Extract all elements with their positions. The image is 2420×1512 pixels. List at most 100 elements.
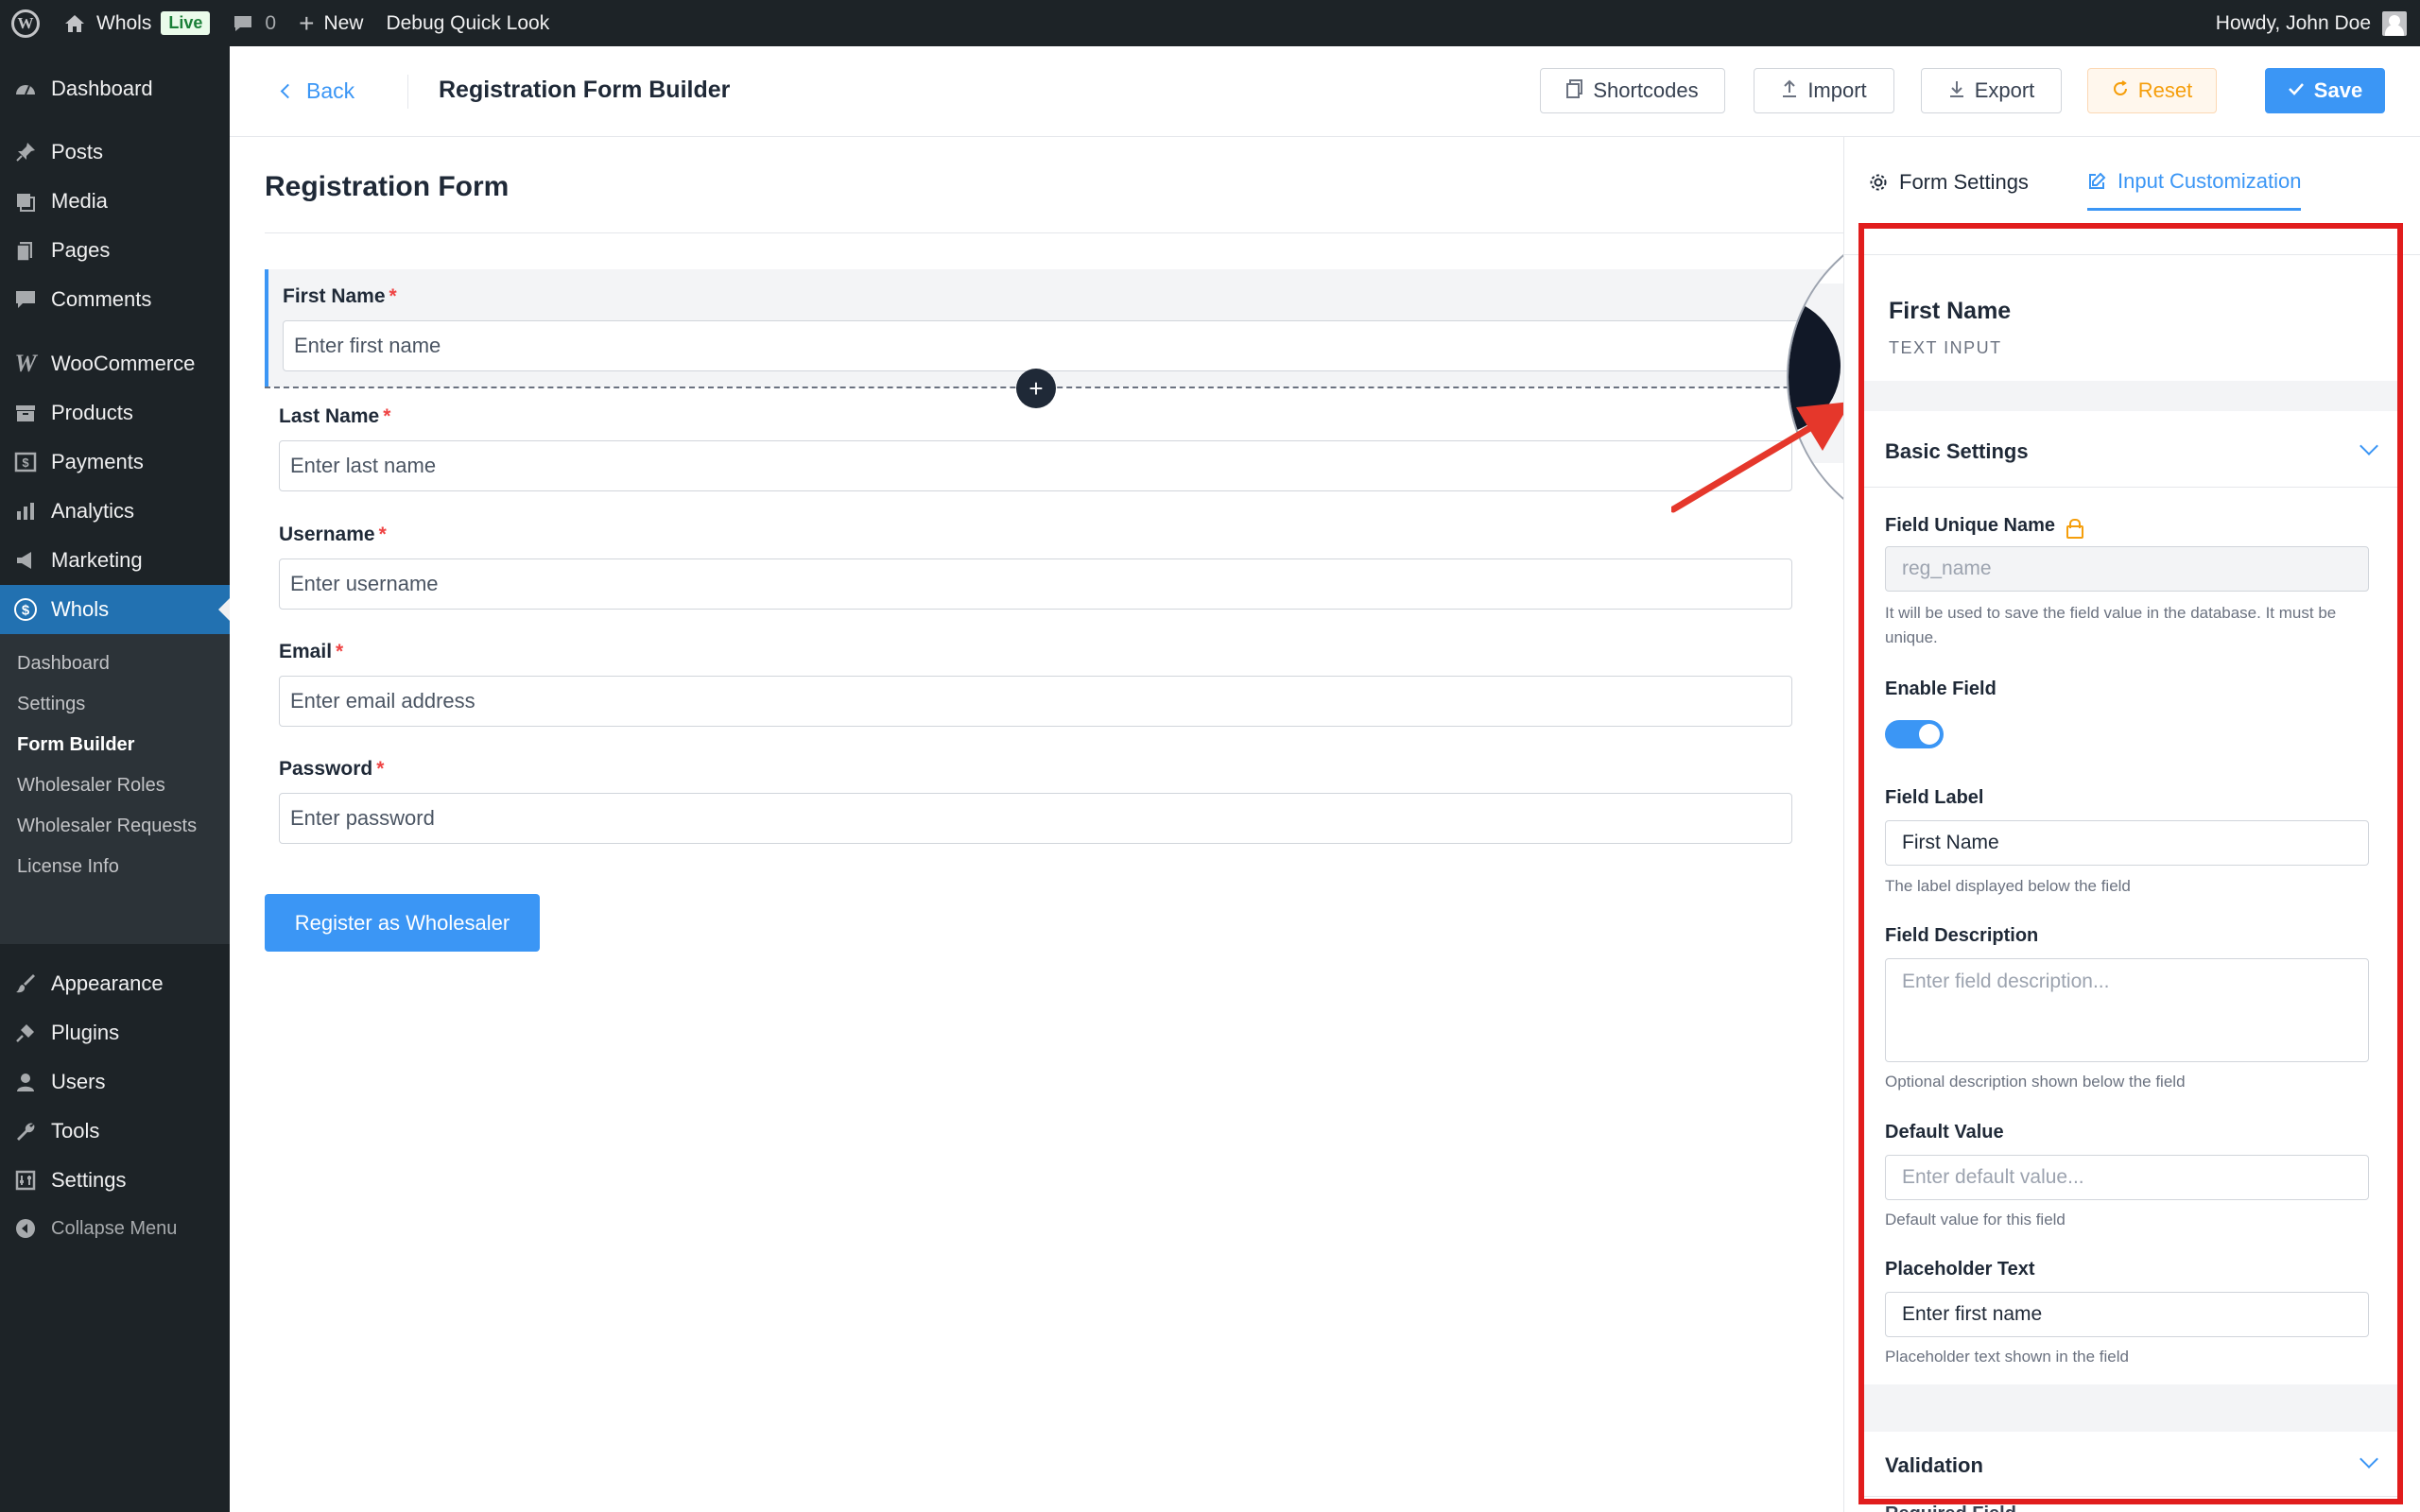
field-label-email: Email * bbox=[279, 641, 344, 662]
section-divider bbox=[1861, 1496, 2402, 1497]
menu-item-woocommerce[interactable]: W WooCommerce bbox=[0, 339, 230, 388]
enable-field-label: Enable Field bbox=[1885, 679, 1996, 699]
plugin-icon bbox=[13, 1021, 38, 1045]
menu-item-payments[interactable]: $ Payments bbox=[0, 438, 230, 487]
site-name-link[interactable]: Whols Live bbox=[53, 0, 221, 46]
submenu-item-form-builder[interactable]: Form Builder bbox=[17, 734, 134, 756]
menu-label: Products bbox=[51, 401, 133, 424]
menu-label: Tools bbox=[51, 1119, 100, 1143]
admin-bar: W Whols Live 0 + New Debug Quick Look Ho… bbox=[0, 0, 2420, 46]
marketing-icon bbox=[13, 548, 38, 573]
dollar-icon: $ bbox=[13, 597, 38, 622]
password-input[interactable]: Enter password bbox=[279, 793, 1792, 844]
placeholder-text-input[interactable]: Enter first name bbox=[1885, 1292, 2369, 1337]
shortcodes-icon bbox=[1566, 78, 1583, 103]
debug-quick-look-link[interactable]: Debug Quick Look bbox=[374, 0, 561, 46]
tab-input-customization[interactable]: Input Customization bbox=[2087, 154, 2302, 211]
menu-label: Comments bbox=[51, 287, 152, 311]
new-content-link[interactable]: + New bbox=[287, 0, 374, 46]
field-label-first-name: First Name * bbox=[283, 285, 397, 307]
menu-item-users[interactable]: Users bbox=[0, 1057, 230, 1107]
collapse-menu-button[interactable]: Collapse Menu bbox=[0, 1204, 230, 1253]
comment-icon bbox=[13, 287, 38, 312]
field-description-help: Optional description shown below the fie… bbox=[1885, 1073, 2186, 1091]
menu-label: Posts bbox=[51, 140, 104, 163]
collapse-icon bbox=[13, 1216, 38, 1241]
chevron-down-icon[interactable] bbox=[2360, 1450, 2378, 1469]
site-name: Whols bbox=[96, 11, 152, 34]
check-icon bbox=[2288, 81, 2305, 101]
basic-settings-title[interactable]: Basic Settings bbox=[1885, 439, 2029, 464]
username-input[interactable]: Enter username bbox=[279, 558, 1792, 610]
back-button[interactable]: Back bbox=[280, 78, 355, 104]
refresh-icon bbox=[2112, 79, 2129, 102]
menu-item-appearance[interactable]: Appearance bbox=[0, 959, 230, 1008]
menu-item-analytics[interactable]: Analytics bbox=[0, 487, 230, 536]
payments-icon: $ bbox=[13, 450, 38, 474]
shortcodes-button[interactable]: Shortcodes bbox=[1540, 68, 1725, 113]
section-divider bbox=[1861, 487, 2402, 488]
pin-icon bbox=[13, 140, 38, 164]
menu-item-dashboard[interactable]: Dashboard bbox=[0, 64, 230, 113]
import-label: Import bbox=[1807, 78, 1867, 102]
menu-label: WooCommerce bbox=[51, 352, 196, 375]
register-button[interactable]: Register as Wholesaler bbox=[265, 894, 540, 952]
field-label-password: Password * bbox=[279, 758, 385, 780]
email-input[interactable]: Enter email address bbox=[279, 676, 1792, 727]
menu-label: Payments bbox=[51, 450, 144, 473]
default-value-label: Default Value bbox=[1885, 1122, 2004, 1143]
back-label: Back bbox=[306, 78, 355, 103]
chevron-left-icon bbox=[280, 83, 296, 99]
field-type: TEXT INPUT bbox=[1889, 338, 2002, 357]
menu-label: Users bbox=[51, 1070, 106, 1093]
export-label: Export bbox=[1974, 78, 2035, 102]
menu-item-tools[interactable]: Tools bbox=[0, 1107, 230, 1156]
menu-label: Analytics bbox=[51, 499, 135, 523]
menu-item-comments[interactable]: Comments bbox=[0, 275, 230, 324]
menu-item-products[interactable]: Products bbox=[0, 388, 230, 438]
field-title: First Name bbox=[1889, 298, 2012, 324]
tab-label: Form Settings bbox=[1899, 170, 2029, 194]
menu-item-settings[interactable]: Settings bbox=[0, 1156, 230, 1205]
default-value-input[interactable]: Enter default value... bbox=[1885, 1155, 2369, 1200]
chevron-down-icon[interactable] bbox=[2360, 437, 2378, 455]
reset-button[interactable]: Reset bbox=[2087, 68, 2217, 113]
menu-label: Media bbox=[51, 189, 108, 213]
menu-item-media[interactable]: Media bbox=[0, 177, 230, 226]
last-name-input[interactable]: Enter last name bbox=[279, 440, 1792, 491]
settings-panel: Form Settings Input Customization First … bbox=[1843, 137, 2420, 1512]
submenu-item-settings[interactable]: Settings bbox=[17, 694, 85, 715]
export-button[interactable]: Export bbox=[1921, 68, 2062, 113]
submenu-item-license-info[interactable]: License Info bbox=[17, 856, 119, 878]
live-badge: Live bbox=[161, 11, 211, 35]
import-button[interactable]: Import bbox=[1754, 68, 1894, 113]
submenu-item-dashboard[interactable]: Dashboard bbox=[17, 653, 110, 675]
menu-label: Appearance bbox=[51, 971, 164, 995]
my-account[interactable]: Howdy, John Doe bbox=[2216, 0, 2407, 46]
field-label-username: Username * bbox=[279, 524, 387, 545]
whols-submenu: Dashboard Settings Form Builder Wholesal… bbox=[0, 634, 230, 944]
field-description-textarea[interactable]: Enter field description... bbox=[1885, 958, 2369, 1062]
tab-form-settings[interactable]: Form Settings bbox=[1869, 154, 2029, 211]
submenu-item-wholesaler-roles[interactable]: Wholesaler Roles bbox=[17, 775, 165, 797]
field-label-input[interactable]: First Name bbox=[1885, 820, 2369, 866]
add-field-button[interactable]: + bbox=[1016, 369, 1056, 408]
wordpress-logo-icon[interactable]: W bbox=[11, 9, 40, 38]
submenu-item-wholesaler-requests[interactable]: Wholesaler Requests bbox=[17, 816, 197, 837]
comments-link[interactable]: 0 bbox=[221, 0, 287, 46]
menu-item-marketing[interactable]: Marketing bbox=[0, 536, 230, 585]
save-button[interactable]: Save bbox=[2265, 68, 2385, 113]
menu-item-posts[interactable]: Posts bbox=[0, 128, 230, 177]
menu-item-whols[interactable]: $ Whols bbox=[0, 585, 230, 634]
first-name-input[interactable]: Enter first name bbox=[283, 320, 2025, 371]
validation-title[interactable]: Validation bbox=[1885, 1453, 1983, 1478]
users-icon bbox=[13, 1070, 38, 1094]
enable-field-toggle[interactable] bbox=[1885, 720, 1944, 748]
menu-item-pages[interactable]: Pages bbox=[0, 226, 230, 275]
placeholder-text-label: Placeholder Text bbox=[1885, 1259, 2035, 1280]
home-icon bbox=[65, 14, 84, 32]
menu-label: Marketing bbox=[51, 548, 143, 572]
placeholder-text-help: Placeholder text shown in the field bbox=[1885, 1348, 2129, 1366]
menu-item-plugins[interactable]: Plugins bbox=[0, 1008, 230, 1057]
lock-icon bbox=[2065, 518, 2084, 539]
